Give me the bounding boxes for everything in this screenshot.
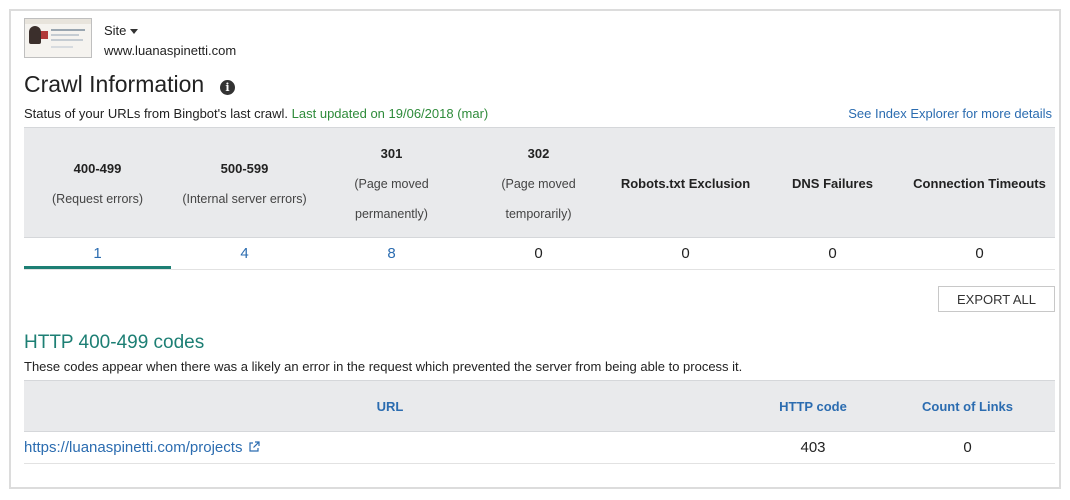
export-all-button[interactable]: EXPORT ALL	[938, 286, 1055, 312]
last-updated-text: Last updated on 19/06/2018 (mar)	[291, 106, 489, 121]
value-400-499[interactable]: 1	[24, 238, 171, 269]
summary-values: 1 4 8 0 0 0 0	[24, 238, 1055, 270]
col-code: 500-599	[220, 160, 269, 176]
col-dns-failures: DNS Failures	[759, 128, 906, 239]
row-url-link[interactable]: https://luanaspinetti.com/projects	[24, 432, 724, 464]
col-desc: (Page moved	[354, 176, 429, 191]
value-500-599[interactable]: 4	[171, 238, 318, 269]
col-code: 400-499	[73, 160, 122, 176]
external-link-icon	[249, 441, 261, 452]
crawl-information-panel: Site www.luanaspinetti.com Crawl Informa…	[9, 9, 1061, 489]
col-code: 302	[527, 145, 550, 161]
col-code: 301	[380, 145, 403, 161]
col-robots-exclusion: Robots.txt Exclusion	[612, 128, 759, 239]
col-desc: (Page moved	[501, 176, 576, 191]
value-dns-failures: 0	[828, 245, 837, 262]
header-http-code[interactable]: HTTP code	[756, 381, 870, 433]
status-text: Status of your URLs from Bingbot's last …	[24, 106, 289, 121]
chevron-down-icon	[130, 29, 139, 35]
site-selector-label: Site	[104, 23, 127, 38]
value-robots-exclusion: 0	[681, 245, 690, 262]
see-index-explorer-link[interactable]: See Index Explorer for more details	[848, 106, 1052, 121]
col-code: Robots.txt Exclusion	[620, 175, 751, 191]
col-desc: (Request errors)	[52, 191, 143, 206]
section-title: HTTP 400-499 codes	[24, 332, 205, 353]
value-302: 0	[534, 245, 543, 262]
value-301[interactable]: 8	[318, 238, 465, 269]
crawl-summary: 400-499 (Request errors) 500-599 (Intern…	[24, 127, 1055, 270]
site-url: www.luanaspinetti.com	[104, 43, 237, 58]
crawl-status-line: Status of your URLs from Bingbot's last …	[24, 106, 488, 121]
col-desc: (Internal server errors)	[182, 191, 307, 206]
col-connection-timeouts: Connection Timeouts	[906, 128, 1053, 239]
col-500-599: 500-599 (Internal server errors)	[171, 128, 318, 239]
col-301: 301 (Page moved permanently)	[318, 128, 465, 239]
row-http-code: 403	[800, 439, 826, 456]
section-description: These codes appear when there was a like…	[24, 359, 743, 374]
row-url-text: https://luanaspinetti.com/projects	[24, 439, 243, 456]
col-400-499: 400-499 (Request errors)	[24, 128, 171, 239]
header-count-links[interactable]: Count of Links	[890, 381, 1045, 433]
header-url[interactable]: URL	[24, 381, 756, 433]
col-code: DNS Failures	[792, 175, 873, 191]
col-desc: temporarily)	[505, 206, 572, 221]
site-thumbnail	[24, 18, 92, 58]
col-302: 302 (Page moved temporarily)	[465, 128, 612, 239]
site-selector[interactable]: Site	[104, 23, 139, 38]
col-desc: permanently)	[355, 206, 428, 221]
col-code: Connection Timeouts	[913, 175, 1046, 191]
value-connection-timeouts: 0	[975, 245, 984, 262]
summary-header: 400-499 (Request errors) 500-599 (Intern…	[24, 127, 1055, 238]
row-count-links: 0	[963, 439, 972, 456]
table-row: https://luanaspinetti.com/projects 403 0	[24, 432, 1055, 464]
info-icon[interactable]: i	[220, 80, 235, 95]
table-header: URL HTTP code Count of Links	[24, 380, 1055, 432]
page-title: Crawl Information	[24, 71, 205, 97]
